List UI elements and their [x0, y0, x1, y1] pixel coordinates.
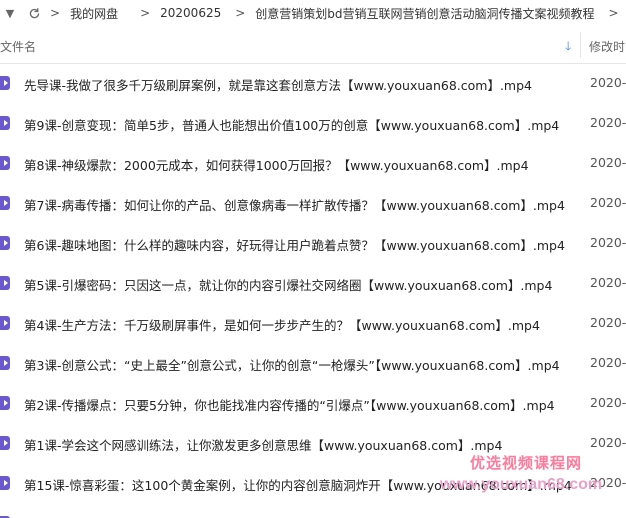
- file-name: 第9课-创意变现：简单5步，普通人也能想出价值100万的创意【www.youxu…: [24, 118, 560, 133]
- file-date: 2020-0: [590, 435, 626, 450]
- file-date: 2020-0: [590, 235, 626, 250]
- watermark-title: 优选视频课程网: [470, 454, 583, 472]
- file-date: 2020-0: [590, 395, 626, 410]
- sort-down-icon[interactable]: 🡓: [565, 37, 571, 58]
- table-row[interactable]: 第7课-病毒传播：如何让你的产品、创意像病毒一样扩散传播？【www.youxua…: [0, 184, 626, 224]
- video-file-icon: [0, 316, 10, 330]
- breadcrumb-separator: >: [50, 6, 61, 20]
- breadcrumb-item-folder[interactable]: 20200625: [160, 6, 221, 20]
- table-row[interactable]: 第5课-引爆密码：只因这一点，就让你的内容引爆社交网络圈【www.youxuan…: [0, 264, 626, 304]
- video-file-icon: [0, 476, 10, 490]
- file-name: 第6课-趣味地图：什么样的趣味内容，好玩得让用户跪着点赞？【www.youxua…: [24, 238, 565, 253]
- table-row[interactable]: [0, 504, 626, 518]
- dropdown-icon[interactable]: ▼: [0, 0, 20, 26]
- breadcrumb-item-root[interactable]: 我的网盘: [70, 5, 118, 22]
- watermark-url: www.youxuan68.com: [440, 476, 603, 493]
- table-row[interactable]: 第3课-创意公式：“史上最全”创意公式，让你的创意“一枪爆头”【www.youx…: [0, 344, 626, 384]
- refresh-icon[interactable]: [24, 0, 44, 26]
- breadcrumb-separator: >: [608, 6, 619, 20]
- table-row[interactable]: 第8课-神级爆款：2000元成本，如何获得1000万回报？【www.youxua…: [0, 144, 626, 184]
- file-name: 第4课-生产方法：千万级刷屏事件，是如何一步步产生的？【www.youxuan6…: [24, 318, 540, 333]
- file-name: 第1课-学会这个网感训练法，让你激发更多创意思维【www.youxuan68.c…: [24, 438, 503, 453]
- video-file-icon: [0, 276, 10, 290]
- file-date: 2020-0: [590, 315, 626, 330]
- table-row[interactable]: 第2课-传播爆点：只要5分钟，你也能找准内容传播的“引爆点”【www.youxu…: [0, 384, 626, 424]
- table-row[interactable]: 第6课-趣味地图：什么样的趣味内容，好玩得让用户跪着点赞？【www.youxua…: [0, 224, 626, 264]
- file-name: 第7课-病毒传播：如何让你的产品、创意像病毒一样扩散传播？【www.youxua…: [24, 198, 565, 213]
- video-file-icon: [0, 196, 10, 210]
- file-name: 第2课-传播爆点：只要5分钟，你也能找准内容传播的“引爆点”【www.youxu…: [24, 398, 555, 413]
- file-name: 第5课-引爆密码：只因这一点，就让你的内容引爆社交网络圈【www.youxuan…: [24, 278, 553, 293]
- file-name: 先导课-我做了很多千万级刷屏案例，就是靠这套创意方法【www.youxuan68…: [24, 78, 532, 93]
- file-date: 2020-0: [590, 275, 626, 290]
- file-name: 第8课-神级爆款：2000元成本，如何获得1000万回报？【www.youxua…: [24, 158, 529, 173]
- table-row[interactable]: 第4课-生产方法：千万级刷屏事件，是如何一步步产生的？【www.youxuan6…: [0, 304, 626, 344]
- file-name: 第3课-创意公式：“史上最全”创意公式，让你的创意“一枪爆头”【www.youx…: [24, 358, 560, 373]
- breadcrumb-item-current[interactable]: 创意营销策划bd营销互联网营销创意活动脑洞传播文案视频教程: [255, 5, 594, 22]
- video-file-icon: [0, 396, 10, 410]
- file-list: 先导课-我做了很多千万级刷屏案例，就是靠这套创意方法【www.youxuan68…: [0, 64, 626, 518]
- top-bar: ▼ > 我的网盘 > 20200625 > 创意营销策划bd营销互联网营销创意活…: [0, 0, 626, 26]
- video-file-icon: [0, 236, 10, 250]
- file-date: 2020-0: [590, 115, 626, 130]
- video-file-icon: [0, 116, 10, 130]
- video-file-icon: [0, 76, 10, 90]
- watermark: 优选视频课程网 www.youxuan68.com: [440, 452, 626, 502]
- column-header: 文件名 🡓 修改时: [0, 26, 626, 64]
- table-row[interactable]: 先导课-我做了很多千万级刷屏案例，就是靠这套创意方法【www.youxuan68…: [0, 64, 626, 104]
- file-date: 2020-0: [590, 195, 626, 210]
- file-date: 2020-0: [590, 75, 626, 90]
- file-date: 2020-0: [590, 355, 626, 370]
- video-file-icon: [0, 356, 10, 370]
- column-date-header[interactable]: 修改时: [589, 38, 625, 55]
- column-name-header[interactable]: 文件名: [0, 38, 36, 55]
- table-row[interactable]: 第9课-创意变现：简单5步，普通人也能想出价值100万的创意【www.youxu…: [0, 104, 626, 144]
- file-date: 2020-0: [590, 155, 626, 170]
- video-file-icon: [0, 436, 10, 450]
- breadcrumb-separator: >: [140, 6, 151, 20]
- video-file-icon: [0, 156, 10, 170]
- column-divider[interactable]: [580, 32, 581, 58]
- breadcrumb-separator: >: [235, 6, 246, 20]
